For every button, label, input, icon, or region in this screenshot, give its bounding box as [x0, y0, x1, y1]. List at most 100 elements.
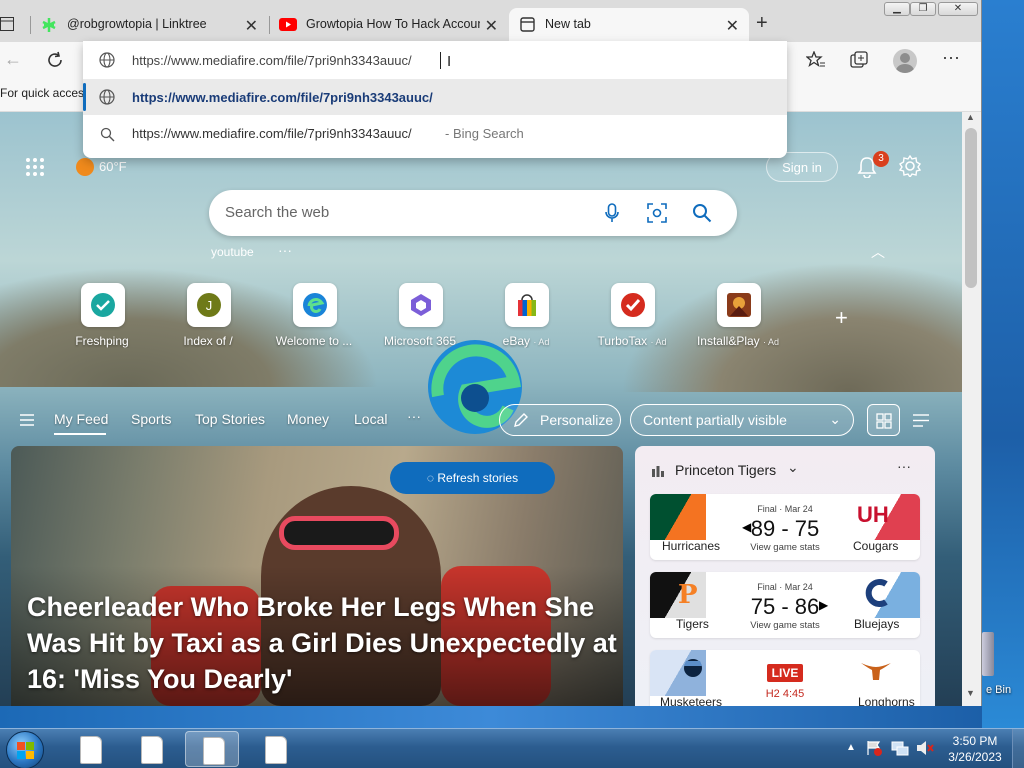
- hamburger-menu-icon[interactable]: [20, 414, 34, 426]
- collections-icon[interactable]: [850, 51, 868, 69]
- game-score-card[interactable]: Musketeers LIVE H2 4:45 Longhorns: [650, 650, 920, 706]
- close-tab-icon[interactable]: ✕: [726, 16, 739, 36]
- scroll-down-arrow-icon[interactable]: ▼: [966, 688, 975, 698]
- grid-layout-button[interactable]: [867, 404, 900, 436]
- tab-new-tab[interactable]: New tab ✕: [509, 8, 749, 42]
- tab-actions-icon[interactable]: [0, 16, 14, 32]
- scrollbar-thumb[interactable]: [965, 128, 977, 288]
- apps-grid-icon[interactable]: [25, 157, 45, 177]
- suggestion-text: https://www.mediafire.com/file/7pri9nh33…: [132, 126, 412, 141]
- address-bar-dropdown: https://www.mediafire.com/file/7pri9nh33…: [83, 41, 787, 158]
- recent-search-item[interactable]: youtube: [211, 245, 254, 259]
- newtab-icon: [520, 17, 535, 32]
- quick-link-label: Index of /: [183, 334, 233, 348]
- feed-tab-my-feed[interactable]: My Feed: [54, 411, 108, 427]
- address-input[interactable]: https://www.mediafire.com/file/7pri9nh33…: [83, 41, 787, 79]
- settings-more-icon[interactable]: ···: [942, 47, 960, 68]
- feed-tab-top-stories[interactable]: Top Stories: [195, 411, 265, 427]
- away-team-name: Longhorns: [858, 695, 915, 706]
- page-settings-gear-icon[interactable]: [899, 155, 921, 177]
- game-score-card[interactable]: P Tigers Final · Mar 24 75 - 86 ▶ View g…: [650, 572, 920, 638]
- quick-link-ebay[interactable]: [505, 283, 549, 327]
- sports-card-title[interactable]: Princeton Tigers: [675, 462, 776, 478]
- game-art-icon: [727, 293, 751, 317]
- game-score-card[interactable]: Hurricanes Final · Mar 24 89 - 75 ◀ View…: [650, 494, 920, 560]
- card-more-icon[interactable]: ···: [897, 458, 911, 474]
- document-icon: [265, 736, 287, 764]
- quick-link-label: Install&Play · Ad: [696, 334, 780, 348]
- show-hidden-icons-chevron-icon[interactable]: ▲: [846, 742, 856, 753]
- document-icon: [80, 736, 102, 764]
- notification-badge: 3: [873, 151, 889, 167]
- quick-link-microsoft365[interactable]: [399, 283, 443, 327]
- weather-sun-icon[interactable]: [76, 158, 94, 176]
- uh-letters: UH: [857, 502, 889, 527]
- taskbar-app-button[interactable]: [248, 731, 302, 767]
- quick-link-turbotax[interactable]: [611, 283, 655, 327]
- scroll-up-arrow-icon[interactable]: ▲: [966, 112, 975, 122]
- feed-tab-local[interactable]: Local: [354, 411, 387, 427]
- taskbar-app-button-active[interactable]: [185, 731, 239, 767]
- recycle-bin-icon[interactable]: [982, 632, 994, 676]
- refresh-icon[interactable]: [46, 51, 64, 69]
- weather-temperature[interactable]: 60°F: [99, 159, 127, 174]
- youtube-icon: [279, 18, 297, 31]
- visual-search-icon[interactable]: [647, 203, 667, 223]
- chevron-down-icon: ⌄: [829, 411, 841, 427]
- text-cursor: [440, 52, 441, 69]
- linktree-icon: [42, 18, 56, 32]
- search-icon[interactable]: [692, 203, 712, 223]
- recent-searches-more-icon[interactable]: ···: [278, 242, 292, 258]
- suggestion-url[interactable]: https://www.mediafire.com/file/7pri9nh33…: [83, 79, 787, 115]
- add-quick-link-icon[interactable]: +: [835, 305, 848, 331]
- personalize-button[interactable]: Personalize: [499, 404, 621, 436]
- back-icon[interactable]: ←: [4, 49, 22, 70]
- action-center-flag-icon[interactable]: [866, 740, 882, 756]
- system-clock[interactable]: 3:50 PM 3/26/2023: [940, 733, 1010, 765]
- ebay-bag-icon: [518, 294, 536, 316]
- taskbar-app-button[interactable]: [63, 731, 117, 767]
- network-icon[interactable]: [891, 740, 909, 756]
- document-icon: [203, 737, 225, 765]
- favorites-icon[interactable]: [806, 51, 826, 69]
- chevron-down-icon[interactable]: ⌄: [787, 459, 799, 476]
- winner-arrow-icon: ▶: [819, 598, 829, 612]
- new-tab-button[interactable]: +: [756, 12, 768, 35]
- address-text: https://www.mediafire.com/file/7pri9nh33…: [132, 53, 412, 68]
- web-search-box[interactable]: Search the web: [209, 190, 737, 236]
- minimize-button[interactable]: ▁: [884, 2, 910, 16]
- clock-time: 3:50 PM: [952, 734, 998, 748]
- tab-title: Growtopia How To Hack Account: [306, 17, 480, 31]
- quick-link-freshping[interactable]: [81, 283, 125, 327]
- refresh-stories-button[interactable]: ◌ Refresh stories: [390, 462, 555, 494]
- suggestion-search[interactable]: https://www.mediafire.com/file/7pri9nh33…: [83, 117, 787, 153]
- profile-avatar[interactable]: [893, 49, 917, 73]
- close-window-button[interactable]: ✕: [938, 2, 978, 16]
- grid-layout-icon: [876, 413, 892, 429]
- show-desktop-button[interactable]: [1012, 729, 1024, 768]
- feed-tab-money[interactable]: Money: [287, 411, 329, 427]
- feed-more-icon[interactable]: ···: [407, 408, 421, 424]
- quick-link-installplay[interactable]: [717, 283, 761, 327]
- taskbar-app-button[interactable]: [124, 731, 178, 767]
- maximize-button[interactable]: ❐: [910, 2, 936, 16]
- content-visibility-dropdown[interactable]: Content partially visible ⌄: [630, 404, 854, 436]
- close-tab-icon[interactable]: ✕: [245, 16, 258, 36]
- volume-muted-icon[interactable]: [916, 740, 934, 756]
- collapse-chevron-up-icon[interactable]: ︿: [871, 242, 885, 262]
- tab-linktree[interactable]: @robgrowtopia | Linktree ✕: [32, 8, 268, 42]
- clock-date: 3/26/2023: [948, 750, 1002, 764]
- tab-youtube[interactable]: Growtopia How To Hack Account ✕: [270, 8, 508, 42]
- quick-link-index[interactable]: J: [187, 283, 231, 327]
- close-tab-icon[interactable]: ✕: [485, 16, 498, 36]
- tab-title: New tab: [545, 17, 591, 31]
- hero-headline[interactable]: Cheerleader Who Broke Her Legs When She …: [27, 589, 617, 697]
- sign-in-label: Sign in: [782, 159, 822, 175]
- away-team-name: Cougars: [853, 539, 899, 553]
- feed-tab-sports[interactable]: Sports: [131, 411, 171, 427]
- start-button[interactable]: [6, 731, 44, 768]
- quick-link-welcome[interactable]: [293, 283, 337, 327]
- list-layout-icon[interactable]: [913, 414, 929, 427]
- microphone-icon[interactable]: [605, 203, 619, 223]
- refresh-stories-label: Refresh stories: [437, 471, 519, 485]
